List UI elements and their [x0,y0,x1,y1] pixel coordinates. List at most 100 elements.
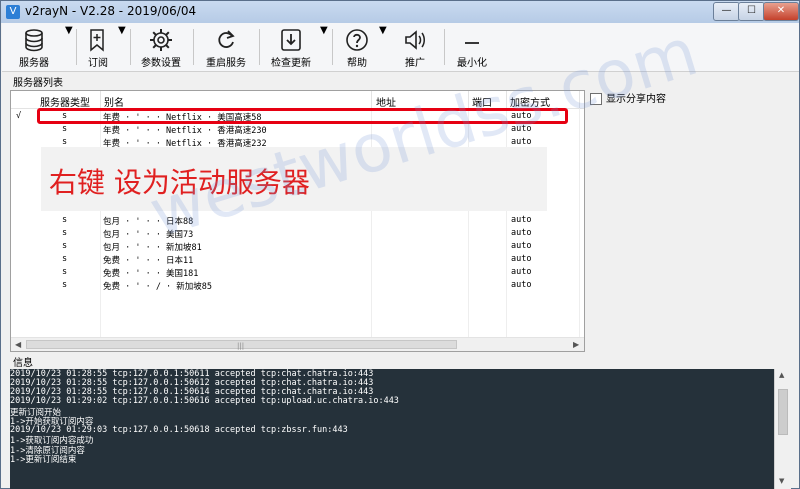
server-type-cell: s [62,124,68,134]
server-row[interactable]: s 包月 · ' · · 新加坡81 auto [11,241,584,254]
scroll-left-icon[interactable]: ◀ [15,340,21,349]
server-type-cell: s [62,241,68,251]
servers-label: 服务器 [19,58,49,69]
horizontal-scroll-thumb[interactable]: ||| [26,340,457,350]
info-label: 信息 [13,358,33,369]
vertical-scroll-thumb[interactable] [778,389,788,435]
server-row[interactable]: s 免费 · ' · · 美国181 auto [11,267,584,280]
subscribe-button[interactable]: 订阅 [82,25,114,69]
scroll-right-icon[interactable]: ▶ [573,340,579,349]
help-button[interactable]: 帮助 [339,25,375,69]
column-divider[interactable] [371,91,372,108]
server-encryption-cell: auto [511,280,532,290]
bookmark-add-icon [90,29,104,52]
restart-service-label: 重启服务 [206,58,246,69]
column-header-alias[interactable]: 别名 [104,94,124,109]
active-server-highlight [37,108,568,124]
maximize-window-button[interactable]: ☐ [738,2,765,21]
check-update-button[interactable]: 检查更新 [266,25,316,69]
help-label: 帮助 [347,58,367,69]
check-update-dropdown-caret-icon[interactable]: ▼ [320,25,328,69]
log-line: 1->更新订阅结束 [10,455,77,465]
column-header-type[interactable]: 服务器类型 [40,94,90,109]
column-divider[interactable] [100,91,101,108]
server-alias-cell: 免费 · ' · · 美国181 [103,269,199,279]
grip-icon: ||| [237,342,245,350]
toolbar-separator [76,29,77,65]
column-header-address[interactable]: 地址 [376,94,396,109]
server-alias-cell: 免费 · ' · / · 新加坡85 [103,282,213,292]
server-list[interactable]: 服务器类型 别名 地址 端口 加密方式 √ s 年费 · ' · · Netfl… [10,90,585,352]
checkbox-box[interactable] [590,93,602,105]
database-icon [25,29,43,52]
column-header-port[interactable]: 端口 [472,94,492,109]
log-output[interactable]: 2019/10/23 01:28:55 tcp:127.0.0.1:50611 … [10,369,791,489]
restart-service-button[interactable]: 重启服务 [201,25,251,69]
subscribe-label: 订阅 [88,58,108,69]
title-bar[interactable]: V v2rayN - V2.28 - 2019/06/04 — ☐ ✕ [1,1,799,23]
horizontal-scrollbar[interactable]: ◀ ||| ▶ [11,337,584,351]
minimize-to-tray-label: 最小化 [457,58,487,69]
server-encryption-cell: auto [511,241,532,251]
toolbar-separator [130,29,131,65]
server-encryption-cell: auto [511,137,532,147]
scroll-up-icon[interactable]: ▲ [779,371,784,379]
toolbar-separator [444,29,445,65]
servers-dropdown-caret-icon[interactable]: ▼ [65,25,73,69]
download-icon [281,29,301,51]
server-type-cell: s [62,267,68,277]
settings-label: 参数设置 [141,58,181,69]
promote-button[interactable]: 推广 [397,25,433,69]
help-dropdown-caret-icon[interactable]: ▼ [379,25,387,69]
server-type-cell: s [62,228,68,238]
scroll-down-icon[interactable]: ▼ [779,477,784,485]
settings-button[interactable]: 参数设置 [136,25,186,69]
log-line: 2019/10/23 01:29:02 tcp:127.0.0.1:50616 … [10,396,399,406]
subscribe-dropdown-caret-icon[interactable]: ▼ [118,25,126,69]
server-encryption-cell: auto [511,267,532,277]
server-encryption-cell: auto [511,254,532,264]
server-type-cell: s [62,254,68,264]
toolbar-separator [259,29,260,65]
show-share-content-label: 显示分享内容 [606,94,666,105]
instruction-callout: 右键 设为活动服务器 [49,166,310,199]
server-row[interactable]: s 包月 · ' · · 美国73 auto [11,228,584,241]
server-encryption-cell: auto [511,215,532,225]
server-row[interactable]: s 免费 · ' · / · 新加坡85 auto [11,280,584,293]
log-vertical-scrollbar[interactable]: ▲ ▼ [774,369,791,489]
server-type-cell: s [62,137,68,147]
server-type-cell: s [62,215,68,225]
column-divider[interactable] [506,91,507,108]
server-alias-cell: 包月 · ' · · 日本88 [103,217,194,227]
show-share-content-checkbox[interactable]: 显示分享内容 [590,90,666,105]
server-encryption-cell: auto [511,228,532,238]
server-alias-cell: 年费 · ' · · Netflix · 香港高速230 [103,126,267,136]
gear-icon [150,29,172,51]
server-row[interactable]: s 免费 · ' · · 日本11 auto [11,254,584,267]
column-header-encryption[interactable]: 加密方式 [510,94,550,109]
toolbar-separator [332,29,333,65]
servers-button[interactable]: 服务器 [8,25,60,69]
close-window-button[interactable]: ✕ [763,2,799,21]
v2rayn-app-icon: V [6,5,20,19]
minimize-icon [465,42,479,44]
server-encryption-cell: auto [511,124,532,134]
toolbar-separator [193,29,194,65]
toolbar: 服务器 ▼ 订阅 ▼ 参数设置 重启服务 检查更新 ▼ 帮助 ▼ 推广 最小化 [2,23,799,72]
column-divider[interactable] [579,91,580,108]
check-update-label: 检查更新 [271,58,311,69]
promote-label: 推广 [405,58,425,69]
window-title: v2rayN - V2.28 - 2019/06/04 [25,4,197,18]
server-alias-cell: 免费 · ' · · 日本11 [103,256,194,266]
speaker-icon [405,30,425,50]
server-row[interactable]: s 包月 · ' · · 日本88 auto [11,215,584,228]
server-alias-cell: 包月 · ' · · 新加坡81 [103,243,202,253]
server-row[interactable]: s 年费 · ' · · Netflix · 香港高速230 auto [11,124,584,137]
column-divider[interactable] [468,91,469,108]
refresh-icon [218,30,235,48]
app-window: V v2rayN - V2.28 - 2019/06/04 — ☐ ✕ 服务器 … [0,0,800,489]
server-type-cell: s [62,280,68,290]
server-list-label: 服务器列表 [13,78,63,89]
minimize-to-tray-button[interactable]: 最小化 [452,25,492,69]
minimize-window-button[interactable]: — [713,2,740,21]
